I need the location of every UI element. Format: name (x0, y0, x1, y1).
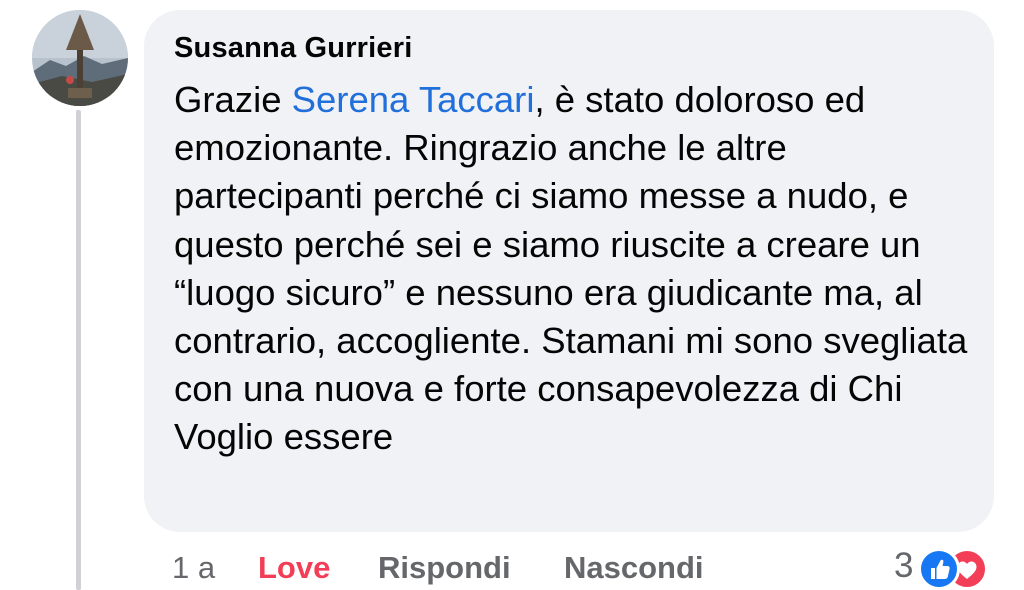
comment-text: Grazie Serena Taccari, è stato doloroso … (174, 76, 974, 462)
comment-text-rest: , è stato doloroso ed emozionante. Ringr… (174, 79, 968, 458)
thread-line (76, 110, 81, 590)
hide-button[interactable]: Nascondi (564, 546, 704, 590)
timestamp[interactable]: 1 a (172, 546, 215, 590)
comment-bubble: Susanna Gurrieri Grazie Serena Taccari, … (144, 10, 994, 532)
reaction-count: 3 (894, 546, 914, 585)
reply-button[interactable]: Rispondi (378, 546, 511, 590)
love-reaction-button[interactable]: Love (258, 546, 330, 590)
mention-link[interactable]: Serena Taccari (292, 79, 535, 120)
reactions-summary[interactable]: 3 (864, 544, 1004, 590)
avatar[interactable] (32, 10, 128, 106)
like-icon (918, 548, 960, 590)
author-name[interactable]: Susanna Gurrieri (174, 32, 413, 65)
comment-thread: Susanna Gurrieri Grazie Serena Taccari, … (0, 0, 1024, 590)
comment-text-start: Grazie (174, 79, 292, 120)
avatar-photo (32, 10, 128, 106)
